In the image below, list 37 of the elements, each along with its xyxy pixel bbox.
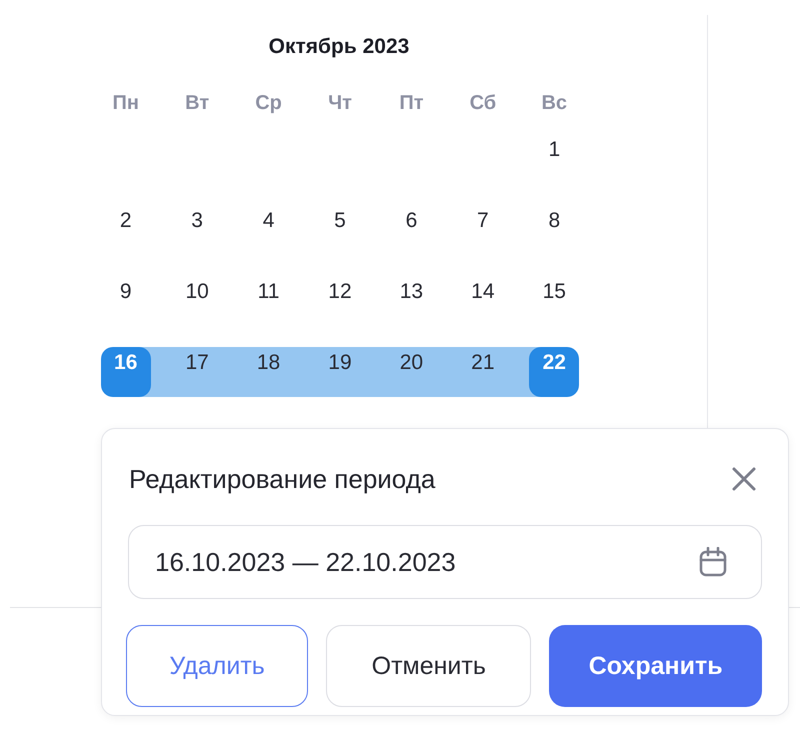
calendar-day[interactable]: 17 — [172, 347, 222, 397]
weekday-label: Чт — [327, 91, 353, 116]
calendar-day[interactable]: 8 — [529, 205, 580, 255]
calendar-day[interactable]: 12 — [314, 276, 365, 326]
calendar-day[interactable]: 11 — [244, 276, 294, 326]
weekday-label: Пт — [398, 91, 424, 116]
calendar-day[interactable]: 22 — [529, 347, 580, 397]
weekday-label: Вт — [184, 91, 210, 116]
calendar-day[interactable]: 18 — [244, 347, 294, 397]
date-range-field[interactable]: 16.10.2023 — 22.10.2023 — [128, 525, 762, 599]
calendar-day[interactable]: 7 — [458, 205, 508, 255]
calendar-day[interactable]: 13 — [386, 276, 436, 326]
close-icon[interactable] — [730, 465, 758, 493]
calendar-day[interactable]: 21 — [458, 347, 508, 397]
calendar-day[interactable]: 1 — [529, 134, 580, 184]
calendar-icon[interactable] — [699, 547, 727, 577]
save-button[interactable]: Сохранить — [549, 625, 762, 707]
calendar-day[interactable]: 20 — [386, 347, 436, 397]
delete-button[interactable]: Удалить — [126, 625, 308, 707]
weekday-label: Пн — [111, 91, 140, 116]
popup-title: Редактирование периода — [129, 464, 436, 494]
calendar-day[interactable]: 6 — [386, 205, 436, 255]
month-title: Октябрь 2023 — [268, 34, 410, 60]
calendar-day[interactable]: 15 — [529, 276, 580, 326]
calendar-day[interactable]: 5 — [314, 205, 365, 255]
calendar-day[interactable]: 19 — [314, 347, 365, 397]
weekday-label: Ср — [254, 91, 283, 116]
calendar-day[interactable]: 16 — [100, 347, 151, 397]
weekday-label: Сб — [468, 91, 498, 116]
calendar-day[interactable]: 3 — [172, 205, 222, 255]
cancel-button[interactable]: Отменить — [326, 625, 532, 707]
weekday-label: Вс — [540, 91, 568, 116]
calendar-day[interactable]: 10 — [172, 276, 222, 326]
calendar-day[interactable]: 4 — [244, 205, 294, 255]
calendar-day[interactable]: 2 — [100, 205, 151, 255]
calendar-day[interactable]: 14 — [458, 276, 508, 326]
calendar-day[interactable]: 9 — [100, 276, 151, 326]
